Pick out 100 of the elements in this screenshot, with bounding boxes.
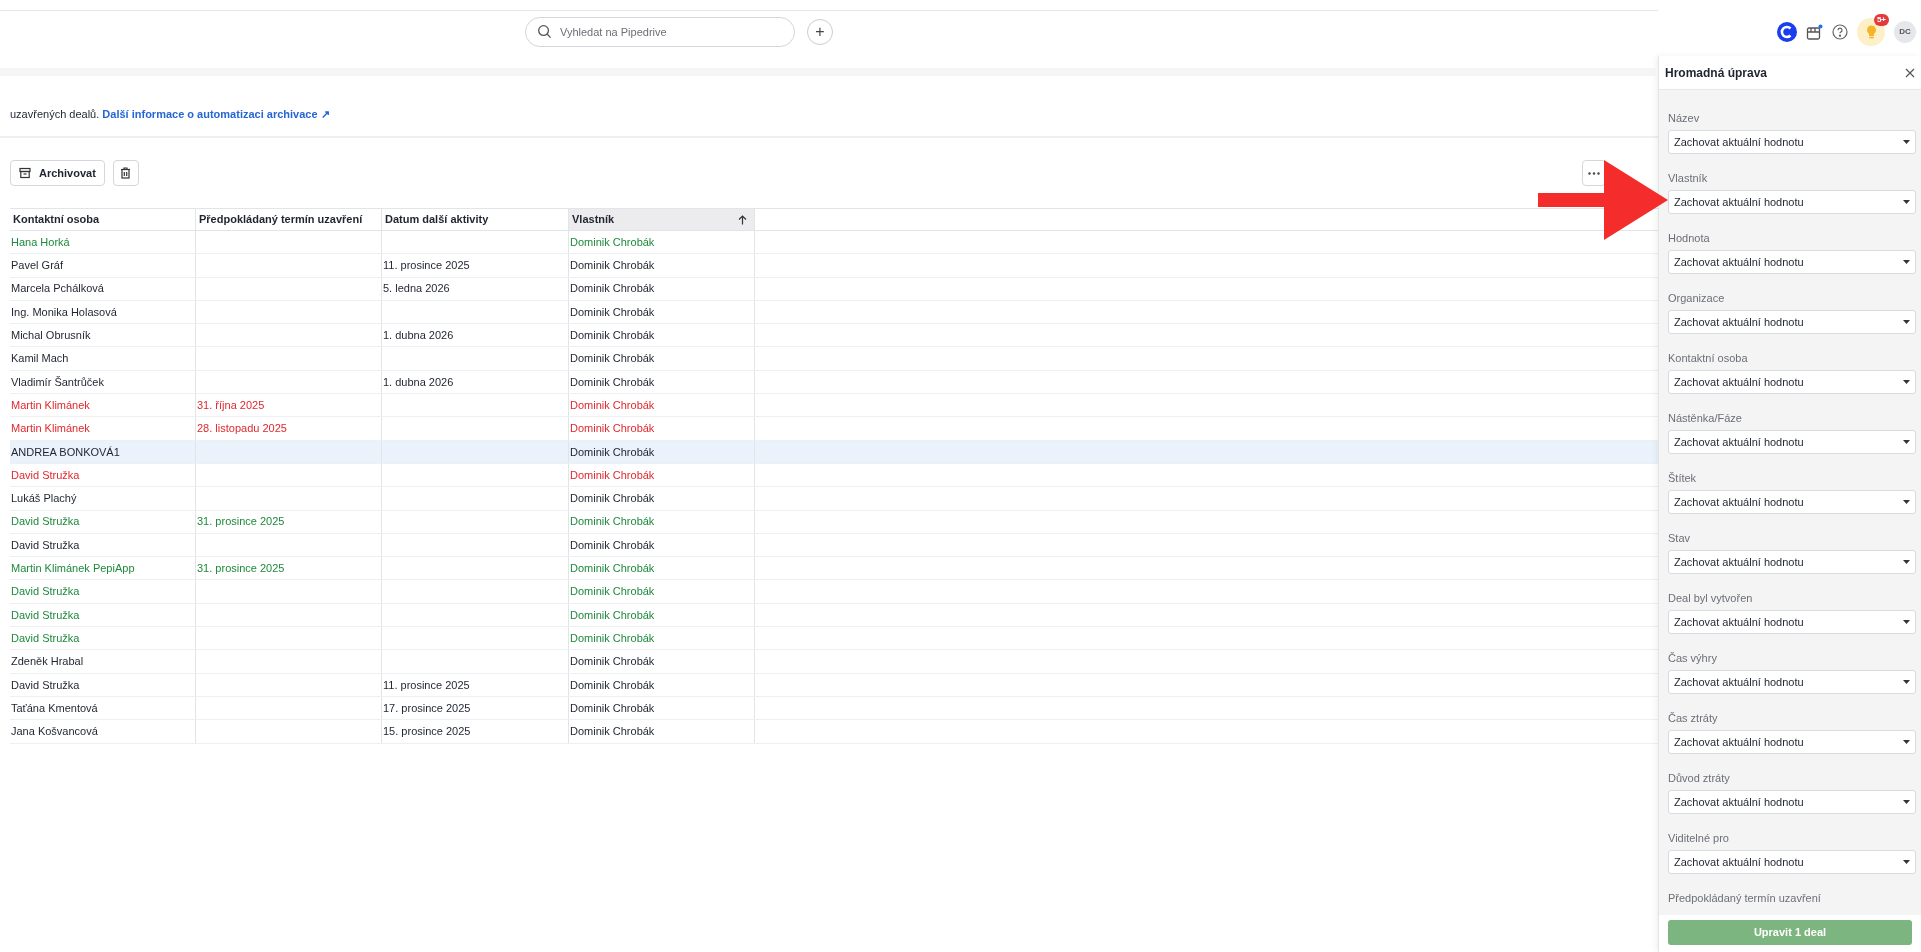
user-avatar[interactable]: DC xyxy=(1894,21,1916,43)
close-button[interactable] xyxy=(1905,67,1915,78)
caret-icon xyxy=(1903,560,1910,564)
table-row[interactable]: David Stružka Dominik Chrobák xyxy=(10,580,1658,604)
table-row[interactable]: Martin Klimánek 28. listopadu 2025 Dominik Chrobák xyxy=(10,417,1658,441)
table-cell: David Stružka xyxy=(10,627,196,650)
table-row[interactable]: Marcela Pchálková 5. ledna 2026 Dominik Chrobák xyxy=(10,277,1658,301)
table-cell: Dominik Chrobák xyxy=(569,417,755,440)
table-row[interactable]: Vladimír Šantrůček 1. dubna 2026 Dominik Chrobák xyxy=(10,370,1658,395)
more-icon xyxy=(1588,171,1600,175)
select-field[interactable]: Zachovat aktuální hodnotu xyxy=(1668,250,1916,274)
table-row[interactable]: Martin Klimánek PepiApp 31. prosince 2025 Dominik Chrobák xyxy=(10,557,1658,581)
table-cell: 5. ledna 2026 xyxy=(382,277,569,300)
table-cell: 17. prosince 2025 xyxy=(382,696,569,720)
table-row[interactable]: David Stružka Dominik Chrobák xyxy=(10,463,1658,488)
trash-icon xyxy=(120,167,132,179)
caret-icon xyxy=(1903,500,1910,504)
field-label: Vlastník xyxy=(1668,172,1709,185)
archive-box-icon xyxy=(19,167,31,179)
table-cell: Martin Klimánek PepiApp xyxy=(10,557,196,580)
table-cell: Ing. Monika Holasová xyxy=(10,300,196,324)
table-cell: Dominik Chrobák xyxy=(569,463,755,487)
select-field[interactable]: Zachovat aktuální hodnotu xyxy=(1668,610,1916,634)
table-row[interactable]: Jana Košvancová 15. prosince 2025 Dominik Chrobák xyxy=(10,720,1658,744)
table-cell: Dominik Chrobák xyxy=(569,650,755,673)
field-label: Nástěnka/Fáze xyxy=(1668,412,1743,425)
column-header[interactable]: Kontaktní osoba xyxy=(10,209,196,230)
select-field[interactable]: Zachovat aktuální hodnotu xyxy=(1668,310,1916,334)
table-row[interactable]: David Stružka 31. prosince 2025 Dominik Chrobák xyxy=(10,510,1658,534)
field-label: Název xyxy=(1668,112,1701,125)
board-icon[interactable] xyxy=(1806,23,1823,41)
select-field[interactable]: Zachovat aktuální hodnotu xyxy=(1668,550,1916,574)
table-cell: 11. prosince 2025 xyxy=(382,673,569,696)
field-label: Hodnota xyxy=(1668,232,1711,245)
column-header[interactable]: Vlastník xyxy=(569,209,755,230)
table-cell: Dominik Chrobák xyxy=(569,324,755,347)
select-field[interactable]: Zachovat aktuální hodnotu xyxy=(1668,850,1916,874)
table-row[interactable]: Taťána Kmentová 17. prosince 2025 Dominik Chrobák xyxy=(10,696,1658,721)
table-cell: David Stružka xyxy=(10,463,196,487)
table-cell: Zdeněk Hrabal xyxy=(10,650,196,673)
table-cell: 1. dubna 2026 xyxy=(382,324,569,347)
select-field[interactable]: Zachovat aktuální hodnotu xyxy=(1668,490,1916,514)
table-row[interactable]: David Stružka Dominik Chrobák xyxy=(10,627,1658,651)
caret-icon xyxy=(1903,320,1910,324)
caret-icon xyxy=(1903,200,1910,204)
panel-title: Hromadná úprava xyxy=(1665,64,1768,82)
select-field[interactable]: Zachovat aktuální hodnotu xyxy=(1668,370,1916,394)
table-cell: David Stružka xyxy=(10,580,196,603)
select-field[interactable]: Zachovat aktuální hodnotu xyxy=(1668,790,1916,814)
archive-info-text: uzavřených dealů. Další informace o automatizaci archivace ↗ xyxy=(9,106,330,122)
table-row[interactable]: Michal Obrusník 1. dubna 2026 Dominik Chrobák xyxy=(10,324,1658,348)
caret-icon xyxy=(1903,620,1910,624)
archive-button[interactable]: Archivovat xyxy=(10,160,105,186)
table-row[interactable]: David Stružka 11. prosince 2025 Dominik Chrobák xyxy=(10,673,1658,697)
select-field[interactable]: Zachovat aktuální hodnotu xyxy=(1668,670,1916,694)
table-row[interactable]: David Stružka Dominik Chrobák xyxy=(10,603,1658,628)
table-cell: Dominik Chrobák xyxy=(569,557,755,580)
notification-badge: 5+ xyxy=(1873,14,1889,26)
archive-info-link[interactable]: Další informace o automatizaci archivace ↗ xyxy=(102,107,330,120)
table-cell: 15. prosince 2025 xyxy=(382,720,569,743)
table-row[interactable]: ANDREA BONKOVÁ1 Dominik Chrobák xyxy=(10,440,1658,464)
table-cell: Dominik Chrobák xyxy=(569,673,755,696)
table-cell: Dominik Chrobák xyxy=(569,487,755,510)
table-row[interactable]: David Stružka Dominik Chrobák xyxy=(10,533,1658,558)
select-field[interactable]: Zachovat aktuální hodnotu xyxy=(1668,190,1916,214)
table-row[interactable]: Zdeněk Hrabal Dominik Chrobák xyxy=(10,650,1658,674)
select-field[interactable]: Zachovat aktuální hodnotu xyxy=(1668,130,1916,154)
table-cell: Dominik Chrobák xyxy=(569,440,755,463)
help-icon[interactable] xyxy=(1832,24,1848,40)
delete-button[interactable] xyxy=(112,160,139,186)
table-cell: Dominik Chrobák xyxy=(569,720,755,743)
caret-icon xyxy=(1903,740,1910,744)
caret-icon xyxy=(1903,860,1910,864)
table-row[interactable]: Kamil Mach Dominik Chrobák xyxy=(10,347,1658,371)
field-label: Stav xyxy=(1668,532,1691,545)
lightbulb-icon xyxy=(1865,25,1877,39)
table-row[interactable]: Martin Klimánek 31. října 2025 Dominik Chrobák xyxy=(10,394,1658,418)
table-row[interactable]: Ing. Monika Holasová Dominik Chrobák xyxy=(10,300,1658,325)
table-cell: David Stružka xyxy=(10,603,196,627)
table-cell: Marcela Pchálková xyxy=(10,277,196,300)
select-field[interactable]: Zachovat aktuální hodnotu xyxy=(1668,430,1916,454)
field-label: Štítek xyxy=(1668,472,1698,485)
caret-icon xyxy=(1903,260,1910,264)
field-label: Viditelné pro xyxy=(1668,832,1730,845)
table-cell: 1. dubna 2026 xyxy=(382,370,569,394)
table-cell: Dominik Chrobák xyxy=(569,300,755,324)
table-cell: Kamil Mach xyxy=(10,347,196,370)
table-row[interactable]: Pavel Gráf 11. prosince 2025 Dominik Chrobák xyxy=(10,254,1658,278)
table-row[interactable]: Lukáš Plachý Dominik Chrobák xyxy=(10,487,1658,511)
column-header[interactable]: Předpokládaný termín uzavření xyxy=(196,209,382,230)
table-row[interactable]: Hana Horká Dominik Chrobák xyxy=(10,231,1658,255)
close-icon xyxy=(1905,67,1915,78)
table-cell: Pavel Gráf xyxy=(10,254,196,277)
table-cell: Dominik Chrobák xyxy=(569,231,755,254)
field-label: Čas výhry xyxy=(1668,652,1718,665)
app-logo-icon[interactable] xyxy=(1777,22,1797,42)
search-field[interactable]: Vyhledat na Pipedrive xyxy=(525,17,795,47)
field-label: Deal byl vytvořen xyxy=(1668,592,1754,605)
select-field[interactable]: Zachovat aktuální hodnotu xyxy=(1668,730,1916,754)
table-cell: 28. listopadu 2025 xyxy=(196,417,382,440)
